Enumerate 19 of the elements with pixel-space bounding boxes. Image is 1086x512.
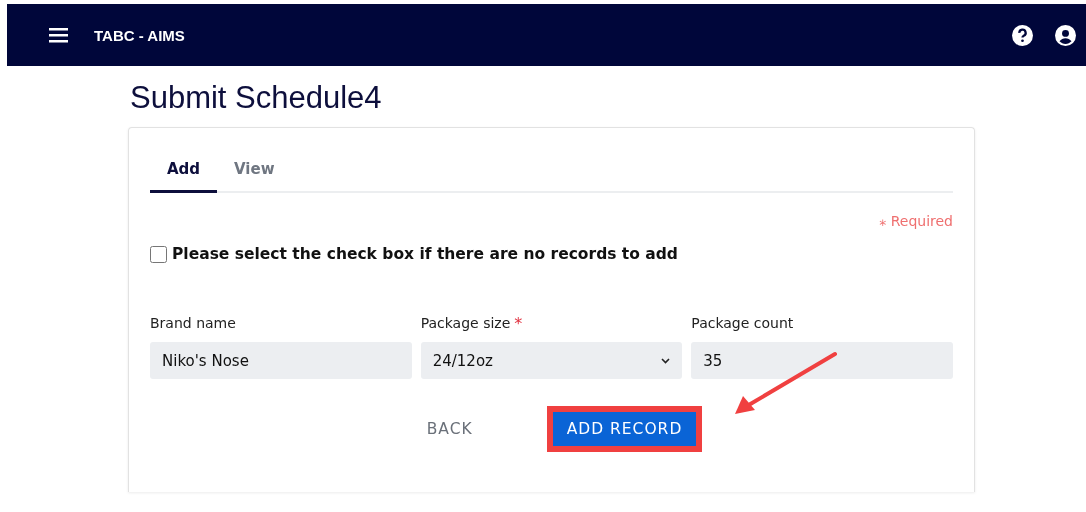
chevron-down-icon <box>661 357 671 364</box>
required-note: ⁎ Required <box>878 213 953 229</box>
app-title: TABC - AIMS <box>94 26 186 44</box>
field-label: Package count <box>691 315 794 332</box>
required-mark: * <box>514 315 523 332</box>
back-button[interactable]: BACK <box>426 412 473 446</box>
input-field[interactable]: 35 <box>691 342 953 379</box>
help-icon[interactable] <box>1012 24 1033 46</box>
tab[interactable]: Add <box>150 150 217 193</box>
field-label: Package size <box>420 315 511 332</box>
input-field[interactable]: Niko's Nose <box>150 342 412 379</box>
tab[interactable]: View <box>234 150 272 193</box>
account-icon[interactable] <box>1055 24 1076 46</box>
checkbox[interactable] <box>150 245 167 263</box>
menu-icon[interactable] <box>49 27 68 43</box>
select-field[interactable]: 24/12oz <box>420 342 683 379</box>
page-title: Submit Schedule4 <box>130 80 383 116</box>
field-label: Brand name <box>150 315 236 332</box>
checkbox-label: Please select the check box if there are no records to add <box>172 245 678 263</box>
